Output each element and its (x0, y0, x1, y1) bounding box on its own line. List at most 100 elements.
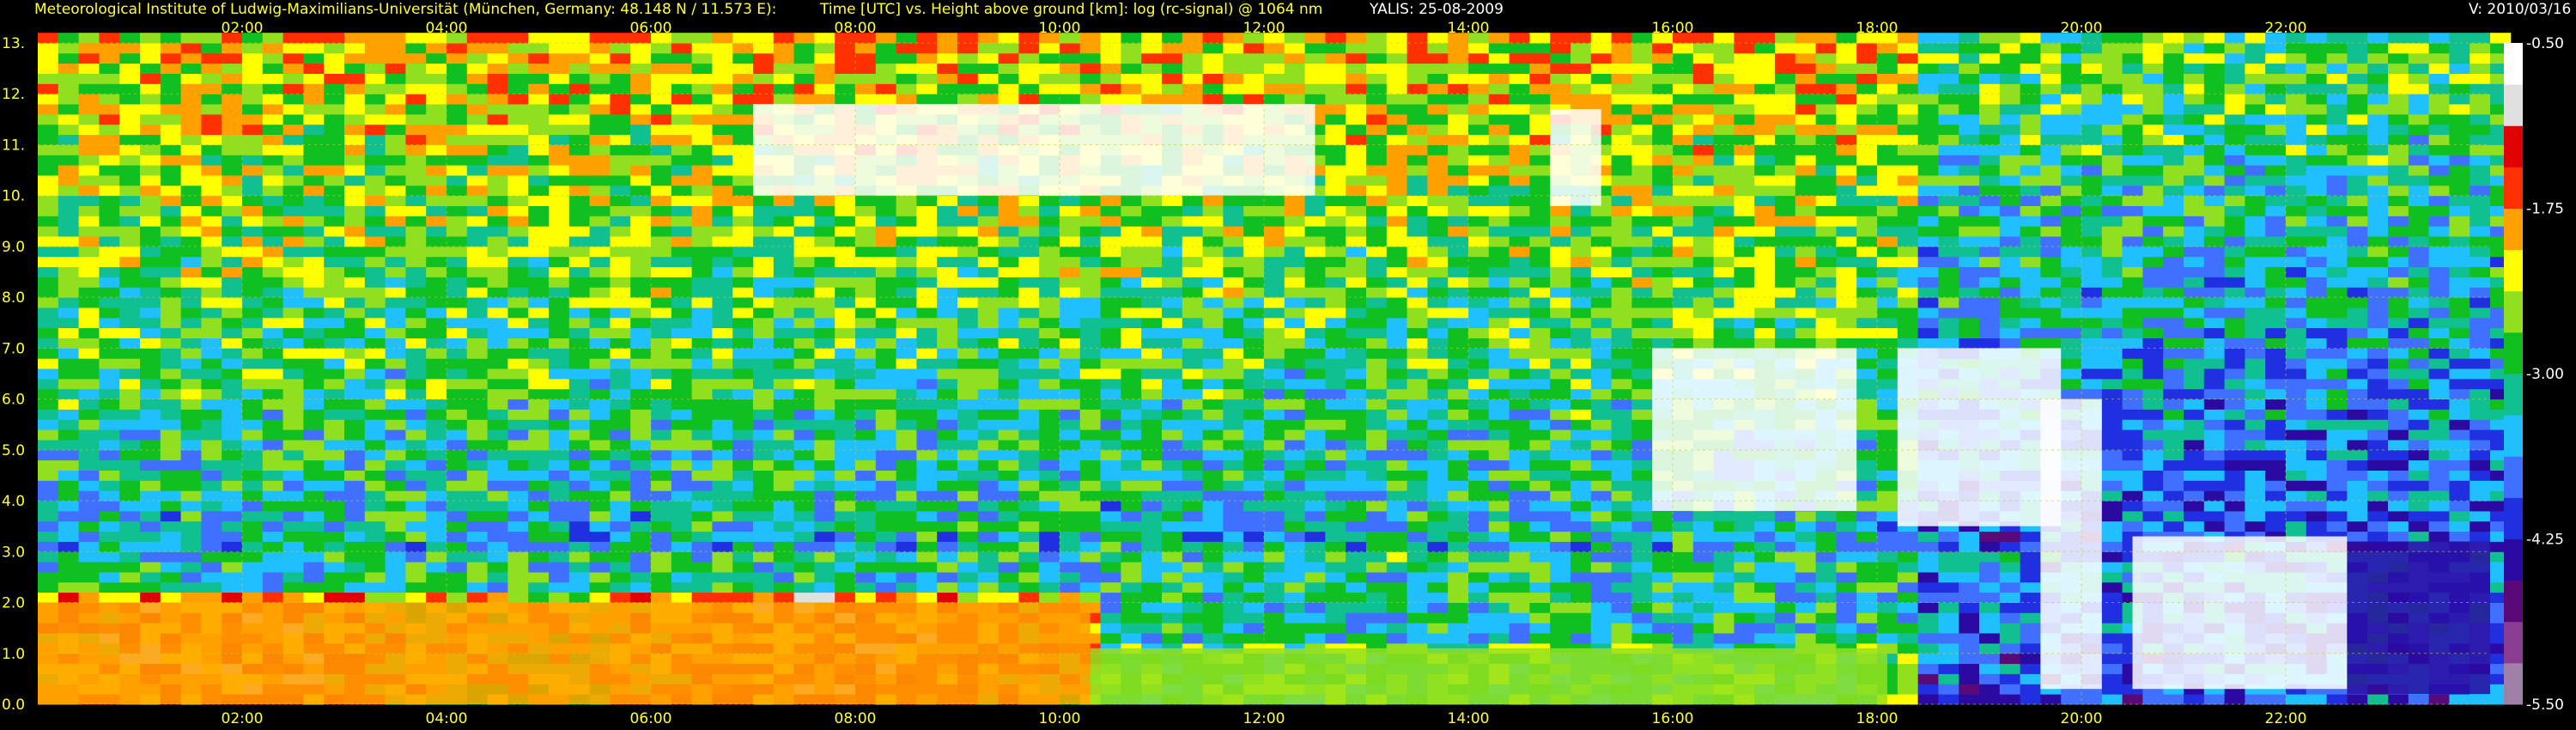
heatmap-cell (875, 520, 897, 532)
heatmap-cell (38, 358, 59, 369)
heatmap-cell (630, 246, 652, 258)
heatmap-cell (671, 409, 693, 420)
heatmap-cell (1488, 449, 1510, 461)
heatmap-cell (1550, 205, 1571, 216)
heatmap-cell (1100, 562, 1121, 573)
heatmap-cell (1223, 388, 1244, 400)
heatmap-cell (855, 419, 877, 430)
heatmap-cell (875, 246, 897, 258)
heatmap-cell (78, 83, 100, 94)
heatmap-cell (1488, 256, 1510, 268)
heatmap-cell (38, 480, 59, 491)
heatmap-cell (793, 317, 815, 329)
heatmap-cell (385, 277, 406, 288)
heatmap-cell (180, 52, 202, 64)
heatmap-cell (426, 327, 447, 338)
heatmap-cell (1406, 633, 1428, 644)
heatmap-cell (466, 562, 489, 573)
heatmap-cell (78, 94, 100, 105)
heatmap-cell (855, 307, 877, 319)
heatmap-cell (1488, 378, 1510, 390)
heatmap-cell (1427, 388, 1449, 400)
heatmap-cell (753, 52, 775, 64)
heatmap-cell (201, 236, 222, 247)
heatmap-cell (753, 572, 775, 583)
heatmap-cell (691, 480, 713, 491)
heatmap-cell (1018, 348, 1040, 359)
heatmap-cell (507, 449, 529, 461)
heatmap-cell (283, 266, 304, 277)
heatmap-cell (1079, 510, 1102, 522)
heatmap-cell (1121, 43, 1142, 54)
heatmap-cell (180, 409, 202, 420)
heatmap-cell (937, 195, 958, 206)
heatmap-cell (1529, 348, 1551, 359)
heatmap-cell (814, 409, 835, 420)
heatmap-cell (916, 562, 938, 573)
heatmap-cell (38, 572, 59, 583)
heatmap-cell (1121, 52, 1142, 64)
heatmap-cell (855, 490, 877, 502)
heatmap-cell (1529, 459, 1551, 471)
heatmap-cell (1141, 195, 1163, 206)
heatmap-cell (507, 246, 529, 258)
heatmap-cell (651, 144, 672, 155)
heatmap-cell (855, 572, 877, 583)
heatmap-cell (691, 368, 713, 380)
heatmap-cell (180, 104, 202, 115)
heatmap-cell (201, 297, 222, 308)
heatmap-cell (1468, 541, 1490, 552)
heatmap-cell (1182, 459, 1204, 471)
heatmap-cell (201, 205, 222, 216)
heatmap-cell (38, 297, 59, 308)
heatmap-cell (405, 368, 427, 380)
heatmap-cell (875, 73, 897, 84)
heatmap-cell (875, 205, 897, 216)
heatmap-cell (977, 277, 999, 288)
heatmap-cell (1039, 348, 1060, 359)
heatmap-cell (1468, 490, 1490, 502)
heatmap-cell (1182, 317, 1204, 329)
heatmap-cell (1141, 612, 1163, 624)
heatmap-cell (1386, 165, 1408, 176)
heatmap-cell (1141, 562, 1163, 573)
heatmap-cell (589, 358, 611, 369)
heatmap-cell (835, 43, 856, 54)
heatmap-cell (324, 236, 345, 247)
heatmap-cell (651, 581, 672, 593)
heatmap-cell (1141, 327, 1163, 338)
heatmap-cell (78, 531, 100, 542)
heatmap-cell (814, 531, 835, 542)
heatmap-cell (957, 52, 979, 64)
heatmap-cell (447, 338, 468, 349)
heatmap-cell (1284, 633, 1306, 644)
heatmap-cell (201, 124, 222, 136)
heatmap-cell (324, 63, 345, 74)
heatmap-cell (1264, 581, 1285, 593)
heatmap-cell (691, 287, 713, 298)
heatmap-cell (773, 581, 795, 593)
heatmap-cell (1264, 562, 1285, 573)
heatmap-cell (1386, 33, 1408, 44)
heatmap-cell (487, 551, 508, 563)
heatmap-cell (385, 226, 406, 237)
heatmap-cell (447, 480, 468, 491)
heatmap-cell (1448, 520, 1469, 532)
heatmap-cell (651, 572, 672, 583)
heatmap-cell (1509, 287, 1530, 298)
heatmap-cell (364, 358, 386, 369)
heatmap-cell (916, 531, 938, 542)
heatmap-cell (385, 581, 406, 593)
heatmap-cell (303, 256, 325, 268)
heatmap-cell (1243, 398, 1265, 410)
heatmap-cell (1018, 449, 1040, 461)
heatmap-cell (344, 388, 366, 400)
heatmap-cell (78, 307, 100, 319)
heatmap-cell (712, 480, 733, 491)
heatmap-cell (1386, 551, 1408, 563)
heatmap-cell (119, 144, 141, 155)
heatmap-cell (732, 541, 754, 552)
heatmap-cell (691, 297, 713, 308)
heatmap-cell (119, 73, 141, 84)
heatmap-cell (38, 501, 59, 512)
